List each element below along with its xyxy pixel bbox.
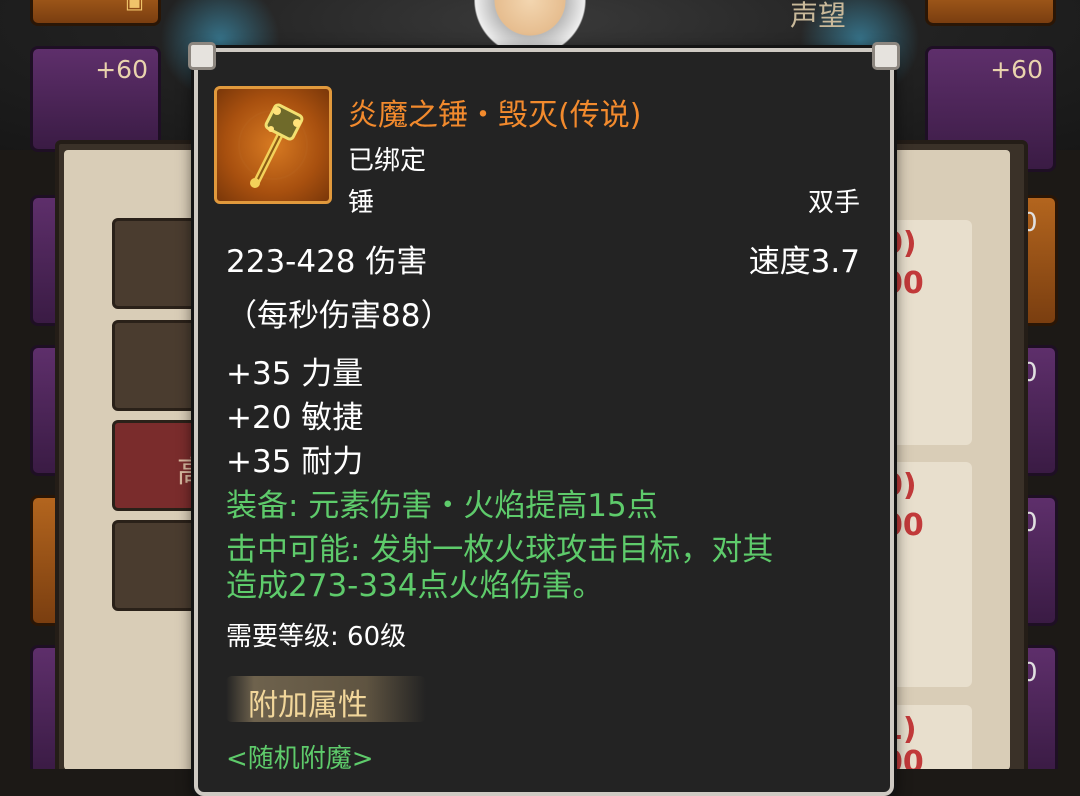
handedness: 双手: [807, 188, 860, 218]
attack-speed: 速度3.7: [748, 244, 860, 280]
top-left-slot[interactable]: ▣: [30, 0, 161, 26]
top-right-slot[interactable]: [925, 0, 1056, 26]
damage-range: 223-428 伤害: [226, 244, 428, 280]
stat-strength: +35 力量: [226, 356, 364, 392]
stat-agility: +20 敏捷: [226, 400, 364, 436]
slot-plus-label: +60: [990, 55, 1043, 84]
weapon-type: 锤: [348, 188, 375, 218]
damage-per-second: （每秒伤害88）: [226, 298, 452, 334]
binding-status: 已绑定: [348, 146, 427, 176]
extra-attributes-label: 附加属性: [248, 688, 368, 723]
level-requirement: 需要等级: 60级: [226, 622, 407, 652]
item-tooltip: 炎魔之锤・毁灭(传说) 已绑定 锤 双手 223-428 伤害 速度3.7 （每…: [188, 42, 900, 796]
tooltip-corner-left: [188, 42, 216, 70]
random-enchant: <随机附魔>: [226, 744, 374, 774]
tooltip-corner-right: [872, 42, 900, 70]
proc-effect-line-2: 造成273-334点火焰伤害。: [226, 568, 604, 604]
fire-hammer-icon: [238, 103, 308, 188]
hero-portrait: [470, 0, 590, 50]
stat-stamina: +35 耐力: [226, 444, 364, 480]
equip-effect: 装备: 元素伤害・火焰提高15点: [226, 488, 658, 524]
extra-attributes-header: 附加属性: [226, 676, 426, 723]
lock-icon: ▣: [125, 0, 144, 13]
reputation-label: 声望: [790, 0, 847, 32]
item-icon-frame: [214, 86, 332, 204]
equipment-slot-gloves[interactable]: +60: [30, 46, 161, 152]
slot-plus-label: +60: [95, 55, 148, 84]
item-name: 炎魔之锤・毁灭(传说): [348, 98, 642, 133]
